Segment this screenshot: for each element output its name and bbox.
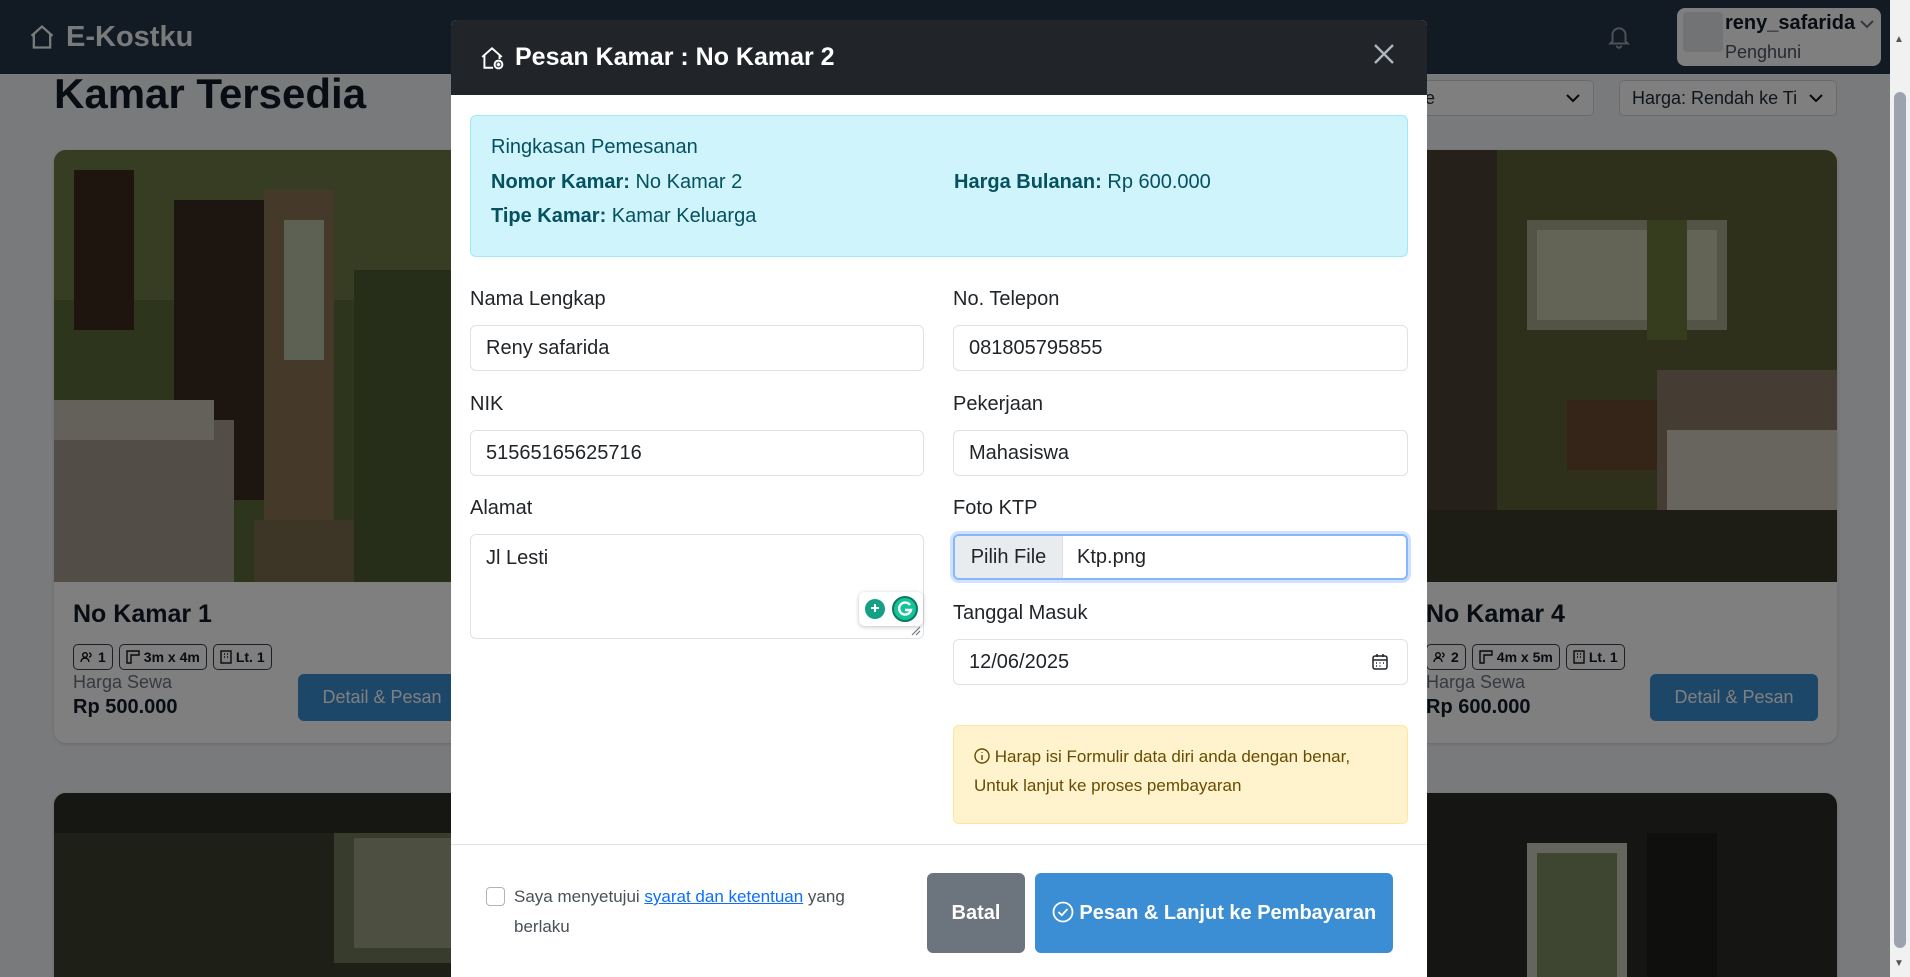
move-in-date-input[interactable]: 12/06/2025 [953,639,1408,685]
modal-title: Pesan Kamar : No Kamar 2 [515,43,835,71]
scrollbar-thumb[interactable] [1894,92,1906,948]
cancel-button[interactable]: Batal [927,873,1025,953]
room-value: No Kamar 2 [635,171,743,193]
close-button[interactable] [1369,40,1399,70]
nik-label: NIK [470,393,504,415]
lightbulb-icon [865,599,886,619]
monthly-price-label: Harga Bulanan: [954,171,1102,193]
agree-text: Saya menyetujui syarat dan ketentuan yan… [514,882,854,942]
agree-checkbox[interactable] [486,887,505,906]
summary-title: Ringkasan Pemesanan [491,136,698,158]
warning-text: Harap isi Formulir data diri anda dengan… [974,747,1351,795]
agree-prefix: Saya menyetujui [514,887,645,906]
ktp-file-input[interactable]: Pilih File Ktp.png [953,534,1408,580]
room-type-value: Kamar Keluarga [611,205,757,227]
date-label: Tanggal Masuk [953,602,1088,624]
nik-input[interactable]: 51565165625716 [470,430,924,476]
full-name-input[interactable]: Reny safarida [470,325,924,371]
grammarly-icon [891,596,918,622]
booking-summary: Ringkasan Pemesanan Nomor Kamar: No Kama… [470,115,1408,257]
job-input[interactable]: Mahasiswa [953,430,1408,476]
book-and-pay-button[interactable]: Pesan & Lanjut ke Pembayaran [1035,873,1393,953]
modal-header: Pesan Kamar : No Kamar 2 [451,20,1427,95]
summary-room: Nomor Kamar: No Kamar 2 [491,171,742,194]
check-circle-icon [1052,901,1074,922]
choose-file-button[interactable]: Pilih File [955,536,1063,578]
monthly-price-value: Rp 600.000 [1107,171,1211,193]
job-label: Pekerjaan [953,393,1044,415]
address-label: Alamat [470,497,533,519]
summary-price: Harga Bulanan: Rp 600.000 [954,171,1211,194]
resize-handle-icon[interactable] [911,626,921,636]
footer-divider [451,844,1427,845]
address-textarea[interactable]: Jl Lesti [470,534,924,639]
scroll-down-arrow[interactable]: ▼ [1894,958,1904,969]
form-warning-alert: Harap isi Formulir data diri anda dengan… [953,725,1408,824]
address-value: Jl Lesti [486,547,549,569]
room-type-label: Tipe Kamar: [491,205,607,227]
book-and-pay-label: Pesan & Lanjut ke Pembayaran [1079,901,1377,924]
selected-file-name: Ktp.png [1077,545,1146,568]
scroll-up-arrow[interactable]: ▲ [1894,34,1904,45]
ktp-label: Foto KTP [953,497,1038,519]
calendar-icon[interactable] [1371,653,1389,671]
phone-label: No. Telepon [953,288,1060,310]
date-value: 12/06/2025 [969,650,1070,673]
booking-modal: Pesan Kamar : No Kamar 2 Ringkasan Pemes… [451,20,1427,977]
room-label: Nomor Kamar: [491,171,630,193]
summary-type: Tipe Kamar: Kamar Keluarga [491,205,756,228]
name-label: Nama Lengkap [470,288,606,310]
info-icon [974,748,990,764]
close-icon [1374,43,1394,64]
terms-link[interactable]: syarat dan ketentuan [644,887,803,906]
house-plus-icon [481,46,504,69]
grammarly-widget[interactable] [859,592,923,626]
phone-input[interactable]: 081805795855 [953,325,1408,371]
